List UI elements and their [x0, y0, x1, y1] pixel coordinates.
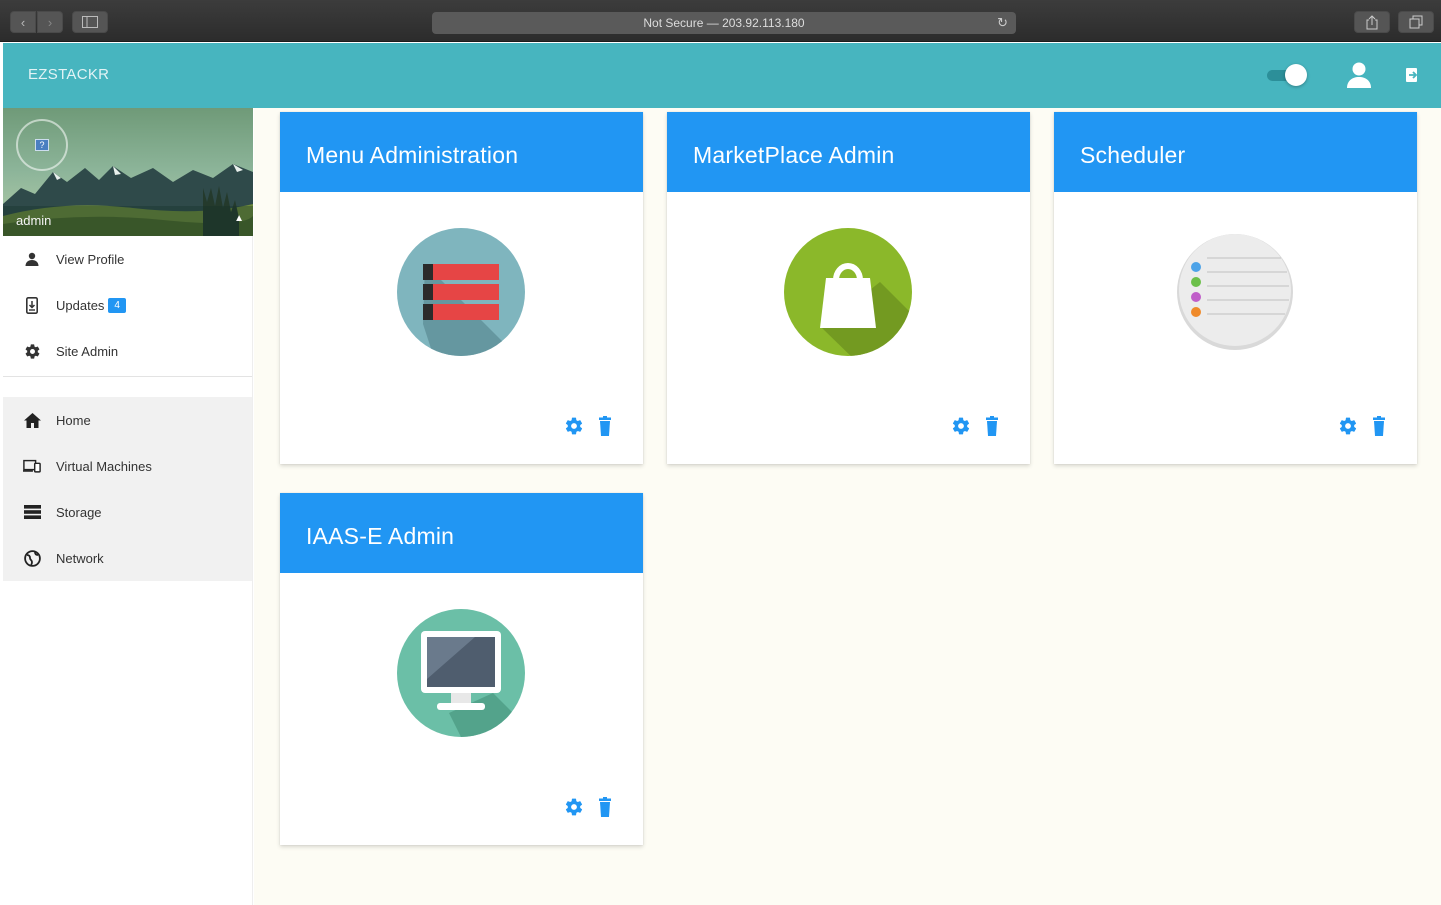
nav-label: Network: [56, 550, 104, 566]
user-name: admin: [16, 213, 52, 228]
main-content: Menu Administration MarketPlace Admin Sc…: [254, 108, 1441, 905]
card-header: Scheduler: [1054, 112, 1417, 192]
app-card-iaas-e-admin[interactable]: IAAS-E Admin: [280, 493, 643, 845]
main-nav: Home Virtual Machines Storage Network: [3, 397, 252, 581]
share-button[interactable]: [1354, 11, 1390, 33]
card-actions: [564, 416, 615, 436]
app-header: EZSTACKR: [3, 43, 1441, 108]
menu-label: Updates: [56, 297, 105, 313]
sidebar-icon: [82, 16, 98, 28]
menu-item-updates[interactable]: Updates 4: [3, 282, 252, 328]
card-actions: [951, 416, 1002, 436]
menu-item-view-profile[interactable]: View Profile: [3, 236, 252, 282]
brand-logo[interactable]: EZSTACKR: [28, 66, 109, 83]
profile-banner: ? admin ▲: [3, 108, 253, 236]
avatar[interactable]: ?: [16, 119, 68, 171]
nav-label: Home: [56, 412, 91, 428]
toggle-knob: [1285, 64, 1307, 86]
forward-button[interactable]: ›: [37, 11, 63, 33]
caret-up-icon[interactable]: ▲: [234, 213, 244, 224]
browser-sidebar-button[interactable]: [72, 11, 108, 33]
back-button[interactable]: ‹: [10, 11, 36, 33]
card-header: MarketPlace Admin: [667, 112, 1030, 192]
download-device-icon: [23, 296, 41, 314]
nav-label: Storage: [56, 504, 102, 520]
trash-icon[interactable]: [595, 416, 615, 436]
profile-menu: View Profile Updates 4 Site Admin: [3, 236, 252, 374]
shopping-bag-icon: [784, 228, 912, 356]
card-header: Menu Administration: [280, 112, 643, 192]
sidebar-item-home[interactable]: Home: [3, 397, 252, 443]
menu-label: Site Admin: [56, 343, 119, 359]
storage-icon: [23, 503, 41, 521]
sidebar-item-virtual-machines[interactable]: Virtual Machines: [3, 443, 252, 489]
sidebar-item-storage[interactable]: Storage: [3, 489, 252, 535]
address-bar[interactable]: Not Secure — 203.92.113.180 ↻: [432, 12, 1016, 34]
tabs-overview-button[interactable]: [1398, 11, 1434, 33]
tabs-icon: [1409, 15, 1423, 29]
card-title: MarketPlace Admin: [693, 142, 895, 168]
user-icon: [23, 250, 41, 268]
settings-gear-icon[interactable]: [564, 416, 584, 436]
theme-toggle[interactable]: [1265, 64, 1307, 86]
settings-gear-icon[interactable]: [1338, 416, 1358, 436]
sidebar-divider: [3, 376, 252, 377]
user-strip[interactable]: admin ▲: [3, 206, 253, 236]
browser-toolbar: ‹ › Not Secure — 203.92.113.180 ↻: [0, 0, 1441, 42]
home-icon: [23, 411, 41, 429]
card-title: Scheduler: [1080, 142, 1186, 168]
chevron-right-icon: ›: [47, 14, 53, 30]
settings-gear-icon[interactable]: [951, 416, 971, 436]
updates-count-badge: 4: [108, 297, 126, 313]
logout-icon[interactable]: [1403, 65, 1421, 85]
monitor-icon: [397, 609, 525, 737]
trash-icon[interactable]: [1369, 416, 1389, 436]
reload-icon[interactable]: ↻: [997, 12, 1008, 34]
share-icon: [1366, 14, 1378, 29]
sidebar: ? admin ▲ View Profile Updates 4 Site Ad…: [3, 108, 253, 905]
app-card-marketplace-admin[interactable]: MarketPlace Admin: [667, 112, 1030, 464]
sidebar-item-network[interactable]: Network: [3, 535, 252, 581]
menu-label: View Profile: [56, 251, 125, 267]
nav-label: Virtual Machines: [56, 458, 152, 474]
account-icon[interactable]: [1346, 61, 1372, 89]
trash-icon[interactable]: [595, 797, 615, 817]
card-header: IAAS-E Admin: [280, 493, 643, 573]
menu-item-site-admin[interactable]: Site Admin: [3, 328, 252, 374]
card-title: IAAS-E Admin: [306, 523, 455, 549]
card-title: Menu Administration: [306, 142, 519, 168]
checklist-icon: [1177, 234, 1293, 350]
devices-icon: [23, 457, 41, 475]
chevron-left-icon: ‹: [20, 14, 26, 30]
trash-icon[interactable]: [982, 416, 1002, 436]
app-card-menu-administration[interactable]: Menu Administration: [280, 112, 643, 464]
settings-gear-icon[interactable]: [564, 797, 584, 817]
address-text: Not Secure — 203.92.113.180: [643, 16, 805, 30]
card-actions: [564, 797, 615, 817]
help-icon: ?: [35, 139, 49, 151]
card-actions: [1338, 416, 1389, 436]
globe-icon: [23, 549, 41, 567]
gear-icon: [23, 342, 41, 360]
app-card-scheduler[interactable]: Scheduler: [1054, 112, 1417, 464]
menu-list-icon: [397, 228, 525, 356]
